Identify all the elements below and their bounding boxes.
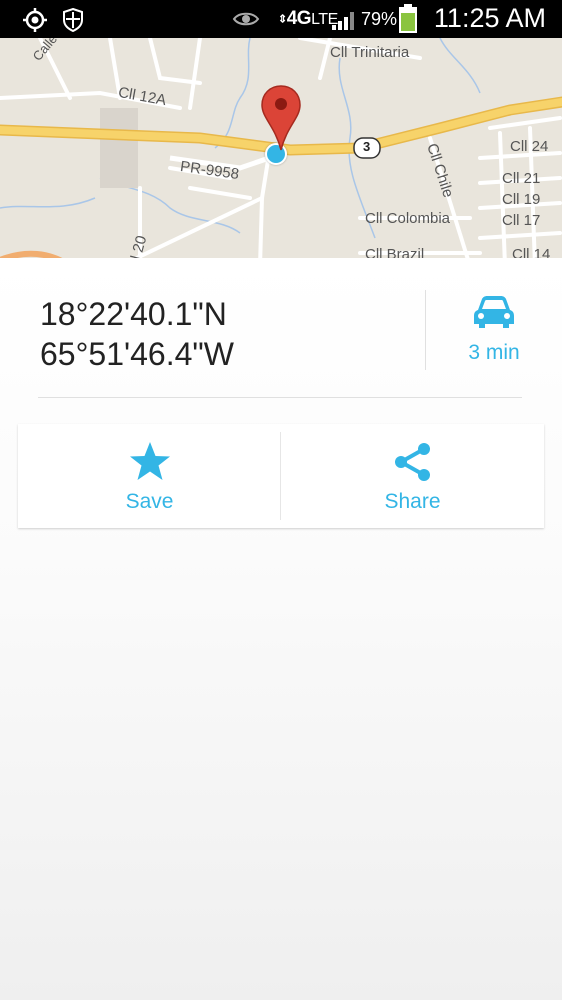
share-label: Share [384, 490, 441, 513]
status-bar: ⇕4GLTE 79% 11:25 AM [0, 0, 562, 38]
map-view[interactable]: Calle Cll Trinitaria Cll 12A 3 Cll 24 Cl… [0, 38, 562, 266]
latitude-text: 18°22'40.1"N [40, 296, 227, 332]
shield-icon [62, 7, 84, 37]
save-label: Save [125, 490, 174, 513]
action-card: Save Share [18, 424, 544, 528]
map-label-cll-colombia: Cll Colombia [365, 210, 451, 227]
place-sheet: 18°22'40.1"N 65°51'46.4"W 3 min Save Sha… [0, 258, 562, 1000]
clock: 11:25 AM [433, 3, 546, 33]
share-button[interactable]: Share [281, 424, 544, 528]
map-label-cll-19: Cll 19 [502, 191, 541, 208]
drive-time: 3 min [468, 341, 520, 364]
eye-icon [232, 10, 260, 33]
directions-button[interactable]: 3 min [440, 294, 548, 365]
car-icon [472, 294, 516, 335]
network-indicator: ⇕4GLTE [278, 8, 338, 30]
save-button[interactable]: Save [18, 424, 281, 528]
signal-icon [331, 9, 357, 36]
map-label-cll-17: Cll 17 [502, 212, 541, 229]
star-icon [130, 442, 170, 480]
network-type: 4G [286, 8, 312, 29]
battery-percent: 79% [361, 9, 398, 29]
map-label-route-3: 3 [363, 139, 371, 154]
map-label-cll-21: Cll 21 [502, 170, 541, 187]
coordinates: 18°22'40.1"N 65°51'46.4"W [40, 294, 234, 374]
map-label-cll-24: Cll 24 [510, 138, 549, 155]
longitude-text: 65°51'46.4"W [40, 336, 234, 372]
battery-icon [398, 4, 418, 39]
location-icon [22, 7, 48, 38]
vertical-divider [425, 290, 426, 370]
share-icon [395, 443, 430, 481]
horizontal-divider [38, 397, 522, 398]
map-label-cll-trinitaria: Cll Trinitaria [330, 44, 410, 61]
data-arrows-icon: ⇕ [278, 13, 287, 26]
